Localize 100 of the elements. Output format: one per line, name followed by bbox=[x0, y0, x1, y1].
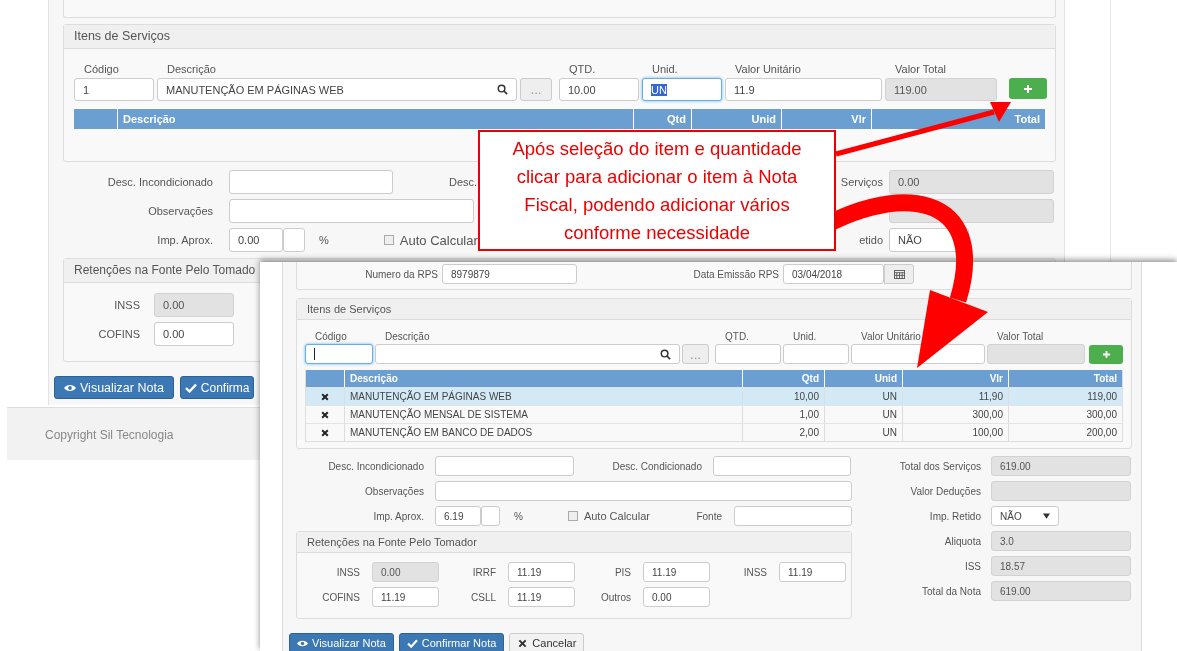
cancel-button[interactable]: Cancelar bbox=[509, 633, 585, 651]
view-button[interactable]: Visualizar Nota bbox=[54, 376, 174, 399]
checkmark-icon bbox=[184, 382, 197, 393]
text-field[interactable]: 11.19 bbox=[643, 562, 710, 582]
field-label: Valor Total bbox=[894, 62, 947, 76]
text-field[interactable] bbox=[734, 506, 852, 526]
field-label: Total dos Serviços bbox=[898, 460, 981, 472]
text-field[interactable]: 0.00 bbox=[643, 587, 710, 607]
field-label: Desc. Incondicionado bbox=[327, 460, 424, 472]
text-field[interactable]: 0.00 bbox=[154, 322, 234, 346]
field-label: Código bbox=[314, 331, 348, 343]
dropdown[interactable]: NÃO bbox=[991, 506, 1059, 526]
field-label: Serviços bbox=[840, 176, 883, 188]
field-label: Descrição bbox=[384, 331, 431, 343]
table-cell-text: 119,00 bbox=[1086, 390, 1118, 404]
text-field[interactable]: 0.00 bbox=[229, 228, 283, 252]
calendar-icon bbox=[893, 269, 905, 279]
field-label: QTD. bbox=[568, 62, 597, 76]
delete-icon[interactable] bbox=[321, 428, 329, 437]
eye-icon bbox=[297, 638, 308, 648]
field-label: Total da Nota bbox=[921, 585, 981, 597]
section-title: Itens de Serviços bbox=[297, 299, 1131, 320]
text-field[interactable]: 8979879 bbox=[442, 264, 577, 284]
table-cell: 2,00 bbox=[743, 424, 825, 441]
field-label: Numero da RPS bbox=[364, 268, 439, 280]
field-label: Aliquota bbox=[943, 535, 981, 547]
column-header: Qtd bbox=[634, 109, 692, 129]
field-label: INSS bbox=[113, 299, 140, 311]
text-field[interactable]: 11.19 bbox=[779, 562, 846, 582]
eye-icon bbox=[64, 382, 76, 393]
text-field[interactable] bbox=[715, 344, 781, 364]
table-row[interactable]: MANUTENÇÃO MENSAL DE SISTEMA 1,00 UN 300,00 300,00 bbox=[306, 405, 1122, 423]
text-field[interactable] bbox=[783, 344, 849, 364]
field-label: IRRF bbox=[471, 566, 496, 578]
field-label: Valor Unitário bbox=[860, 331, 922, 343]
field-label: Valor Deduções bbox=[909, 485, 981, 497]
callout-text: Após seleção do item e quantidade clicar para adicionar o item à Nota Fiscal, podendo adicionar vários conforme necessidade bbox=[512, 136, 802, 245]
search-icon[interactable] bbox=[660, 348, 671, 360]
text-field[interactable]: 11.19 bbox=[508, 562, 575, 582]
add-button[interactable] bbox=[1089, 345, 1123, 364]
table-cell: 100,00 bbox=[903, 424, 1009, 441]
table-cell-text: 200,00 bbox=[1085, 426, 1118, 440]
text-field[interactable] bbox=[229, 170, 393, 194]
text-field[interactable] bbox=[435, 481, 852, 501]
text-field[interactable] bbox=[229, 199, 474, 223]
field-label: QTD. bbox=[724, 331, 750, 343]
copyright-text: Copyright Sil Tecnologia bbox=[45, 427, 174, 442]
field-label: Data Emissão RPS bbox=[692, 268, 780, 280]
checkmark-icon bbox=[406, 638, 418, 648]
field-label: Desc. Condicionado bbox=[611, 460, 702, 472]
table-cell: MANUTENÇÃO EM BANCO DE DADOS bbox=[345, 424, 743, 441]
calendar-button[interactable] bbox=[884, 264, 914, 284]
text-field[interactable]: 11.19 bbox=[508, 587, 575, 607]
text-field[interactable] bbox=[283, 228, 305, 252]
text-field[interactable] bbox=[713, 456, 851, 476]
column-header: Vlr bbox=[782, 109, 872, 129]
date-field[interactable]: 03/04/2018 bbox=[783, 264, 884, 284]
field-label: CSLL bbox=[470, 591, 496, 603]
text-field[interactable]: 10.00 bbox=[559, 78, 639, 101]
text-field[interactable] bbox=[435, 456, 574, 476]
field-label: Desc. Incondicionado bbox=[106, 176, 214, 188]
text-field[interactable] bbox=[481, 506, 500, 526]
table-row[interactable]: MANUTENÇÃO EM PÁGINAS WEB 10,00 UN 11,90 119,00 bbox=[306, 387, 1122, 405]
text-field[interactable]: 11.9 bbox=[725, 78, 882, 101]
close-icon bbox=[517, 638, 529, 648]
section-title: Retenções na Fonte Pelo Tomador bbox=[297, 532, 851, 553]
view-button[interactable]: Visualizar Nota bbox=[289, 633, 394, 651]
checkbox[interactable] bbox=[383, 235, 394, 245]
text-field[interactable]: 11.19 bbox=[372, 587, 439, 607]
text-field[interactable]: 1 bbox=[74, 78, 154, 101]
field-label: etido bbox=[859, 234, 883, 246]
field-label: Unid. bbox=[792, 331, 818, 343]
field-label: INSS bbox=[742, 566, 767, 578]
field-label: Fonte bbox=[696, 510, 722, 522]
field-label: INSS bbox=[335, 566, 360, 578]
text-field[interactable] bbox=[375, 344, 680, 364]
text-field[interactable]: MANUTENÇÃO EM PÁGINAS WEB bbox=[157, 78, 517, 101]
field-label: Observações bbox=[364, 485, 424, 497]
confirm-button[interactable]: Confirma bbox=[179, 376, 254, 399]
field-label: Outros bbox=[600, 591, 631, 603]
search-icon[interactable] bbox=[497, 84, 508, 95]
caret-icon bbox=[1043, 513, 1050, 519]
text-field[interactable]: UN bbox=[642, 78, 722, 101]
delete-icon[interactable] bbox=[321, 410, 329, 419]
table-cell-text: 300,00 bbox=[1085, 408, 1118, 422]
field-label: Imp. Retido bbox=[928, 510, 981, 522]
field-label: Descrição bbox=[166, 62, 217, 76]
field-label: COFINS bbox=[321, 591, 360, 603]
checkbox[interactable] bbox=[567, 511, 578, 521]
table-row[interactable]: MANUTENÇÃO EM BANCO DE DADOS 2,00 UN 100,00 200,00 bbox=[306, 423, 1122, 441]
column-header: Descrição bbox=[118, 109, 634, 129]
field-label: Imp. Aprox. bbox=[156, 234, 214, 246]
checkbox-label: Auto Calcular bbox=[399, 232, 478, 248]
add-button[interactable] bbox=[1009, 78, 1047, 99]
text-field[interactable]: 6.19 bbox=[435, 506, 481, 526]
percent-label: % bbox=[319, 234, 329, 246]
text-field[interactable] bbox=[305, 344, 373, 364]
percent-label: % bbox=[514, 510, 523, 522]
confirm-button[interactable]: Confirmar Nota bbox=[398, 633, 505, 651]
delete-icon[interactable] bbox=[321, 392, 329, 401]
